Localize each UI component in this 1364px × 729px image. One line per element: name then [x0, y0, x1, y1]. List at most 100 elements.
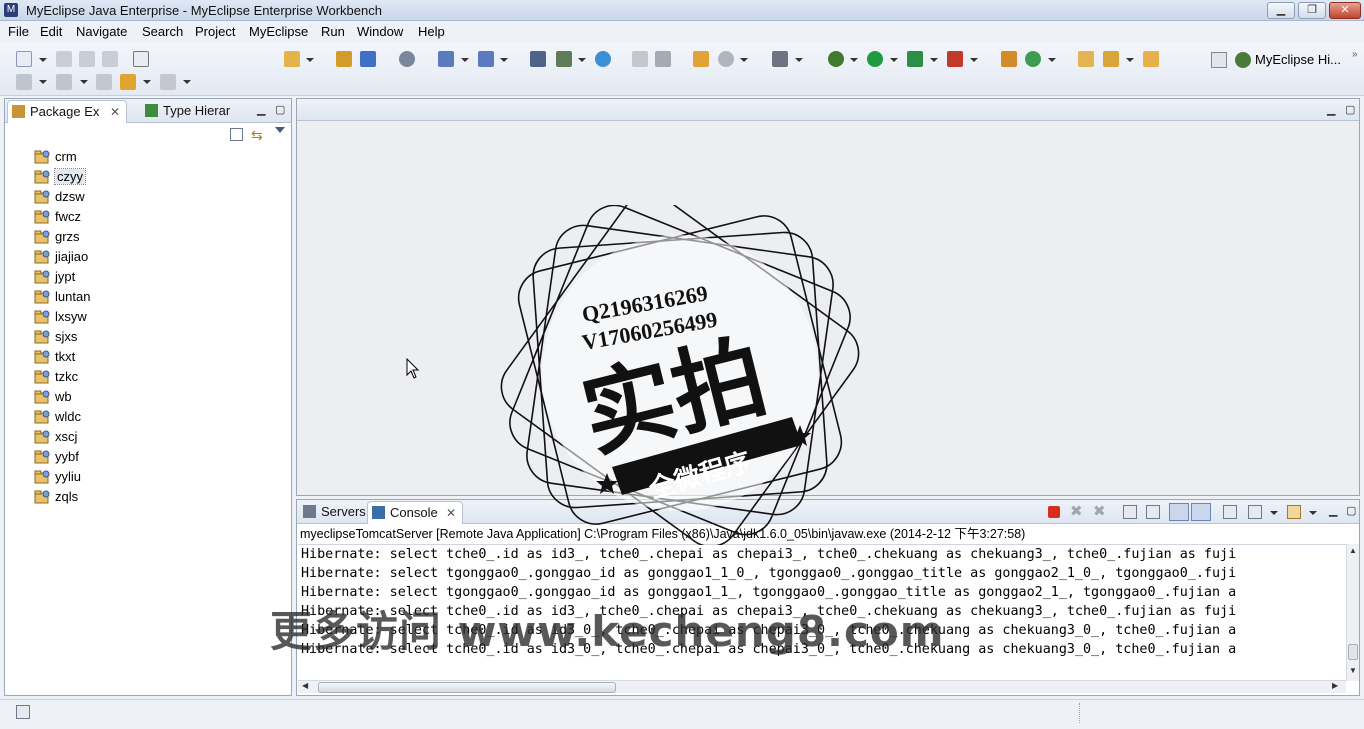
last-edit-icon[interactable] — [96, 74, 112, 90]
menu-myeclipse[interactable]: MyEclipse — [249, 24, 308, 39]
new-ejb-icon[interactable] — [1001, 51, 1017, 67]
chevron-down-icon[interactable] — [795, 58, 803, 62]
toolbar-overflow-icon[interactable]: » — [1352, 49, 1358, 60]
tree-item-jypt[interactable]: jypt — [31, 268, 75, 286]
tree-item-sjxs[interactable]: sjxs — [31, 328, 77, 346]
build-icon[interactable] — [772, 51, 788, 67]
binary-icon[interactable] — [133, 51, 149, 67]
tree-item-yybf[interactable]: yybf — [31, 448, 79, 466]
chevron-down-icon[interactable] — [143, 80, 151, 84]
maximize-view-icon[interactable]: ▢ — [1346, 504, 1356, 517]
tree-item-jiajiao[interactable]: jiajiao — [31, 248, 88, 266]
remove-all-icon[interactable]: ✖ — [1093, 502, 1106, 520]
display-console-icon[interactable] — [1248, 505, 1262, 519]
web-service-icon[interactable] — [718, 51, 734, 67]
globe-icon[interactable] — [595, 51, 611, 67]
forward-icon[interactable] — [160, 74, 176, 90]
chevron-down-icon[interactable] — [1270, 511, 1278, 515]
console-horizontal-scrollbar[interactable]: ◀ ▶ — [298, 680, 1346, 693]
chevron-down-icon[interactable] — [970, 58, 978, 62]
tab-servers[interactable]: Servers — [299, 501, 367, 524]
minimize-view-icon[interactable]: ▁ — [257, 103, 265, 116]
external-tools-icon[interactable] — [947, 51, 963, 67]
chevron-down-icon[interactable] — [461, 58, 469, 62]
package-icon[interactable] — [336, 51, 352, 67]
minimize-button[interactable]: ▁ — [1267, 2, 1295, 19]
tree-item-wldc[interactable]: wldc — [31, 408, 81, 426]
back-icon[interactable] — [120, 74, 136, 90]
tab-type-hierarchy[interactable]: Type Hierar — [141, 100, 241, 123]
menu-run[interactable]: Run — [321, 24, 345, 39]
collapse-all-icon[interactable] — [230, 128, 243, 141]
restore-button[interactable]: ❐ — [1298, 2, 1326, 19]
menu-navigate[interactable]: Navigate — [76, 24, 127, 39]
menu-file[interactable]: File — [8, 24, 29, 39]
class-icon[interactable] — [360, 51, 376, 67]
chevron-down-icon[interactable] — [39, 58, 47, 62]
tree-item-tkxt[interactable]: tkxt — [31, 348, 75, 366]
scroll-up-icon[interactable]: ▲ — [1349, 546, 1357, 555]
chevron-down-icon[interactable] — [1048, 58, 1056, 62]
tree-item-zqls[interactable]: zqls — [31, 488, 78, 506]
run-config-icon[interactable] — [907, 51, 923, 67]
open-type-icon[interactable] — [556, 51, 572, 67]
clear-console-icon[interactable] — [1123, 505, 1137, 519]
remove-launch-icon[interactable]: ✖ — [1070, 502, 1083, 520]
chevron-down-icon[interactable] — [183, 80, 191, 84]
tree-item-wb[interactable]: wb — [31, 388, 72, 406]
maximize-editor-icon[interactable]: ▢ — [1345, 103, 1355, 116]
tab-console[interactable]: Console ✕ — [367, 501, 463, 524]
tab-package-explorer[interactable]: Package Ex ✕ — [7, 100, 127, 123]
chevron-down-icon[interactable] — [890, 58, 898, 62]
chevron-down-icon[interactable] — [578, 58, 586, 62]
chevron-down-icon[interactable] — [80, 80, 88, 84]
chevron-down-icon[interactable] — [500, 58, 508, 62]
save-icon[interactable] — [56, 51, 72, 67]
scroll-down-icon[interactable]: ▼ — [1349, 666, 1357, 675]
tree-item-fwcz[interactable]: fwcz — [31, 208, 81, 226]
scroll-thumb[interactable] — [318, 682, 616, 693]
open-console-icon[interactable] — [1287, 505, 1301, 519]
open-file-icon[interactable] — [1143, 51, 1159, 67]
debug-icon[interactable] — [828, 51, 844, 67]
menu-help[interactable]: Help — [418, 24, 445, 39]
open-folder-icon[interactable] — [1078, 51, 1094, 67]
redeploy-icon[interactable] — [478, 51, 494, 67]
chevron-down-icon[interactable] — [1309, 511, 1317, 515]
menu-edit[interactable]: Edit — [40, 24, 62, 39]
new-icon[interactable] — [16, 51, 32, 67]
run-icon[interactable] — [867, 51, 883, 67]
new-wizard-icon[interactable] — [284, 51, 300, 67]
next-annotation-icon[interactable] — [16, 74, 32, 90]
menu-window[interactable]: Window — [357, 24, 403, 39]
deploy-icon[interactable] — [438, 51, 454, 67]
chevron-down-icon[interactable] — [306, 58, 314, 62]
tree-item-czyy[interactable]: czyy — [31, 168, 86, 186]
tree-item-yyliu[interactable]: yyliu — [31, 468, 81, 486]
scroll-lock-icon[interactable] — [1146, 505, 1160, 519]
link-with-editor-icon[interactable]: ⇆ — [251, 127, 263, 144]
menu-project[interactable]: Project — [195, 24, 235, 39]
tree-item-crm[interactable]: crm — [31, 148, 77, 166]
database-icon[interactable] — [530, 51, 546, 67]
maximize-view-icon[interactable]: ▢ — [275, 103, 285, 116]
tree-item-lxsyw[interactable]: lxsyw — [31, 308, 87, 326]
save-all-icon[interactable] — [79, 51, 95, 67]
menu-search[interactable]: Search — [142, 24, 183, 39]
refresh-icon[interactable] — [1025, 51, 1041, 67]
minimize-editor-icon[interactable]: ▁ — [1327, 103, 1335, 116]
scroll-thumb[interactable] — [1348, 644, 1358, 660]
tree-item-tzkc[interactable]: tzkc — [31, 368, 78, 386]
close-icon[interactable]: ✕ — [446, 502, 456, 524]
back-disabled-icon[interactable] — [632, 51, 648, 67]
scroll-left-icon[interactable]: ◀ — [302, 681, 308, 690]
scroll-right-icon[interactable]: ▶ — [1332, 681, 1338, 690]
minimize-view-icon[interactable]: ▁ — [1329, 504, 1337, 517]
server-icon[interactable] — [399, 51, 415, 67]
search-tool-icon[interactable] — [1103, 51, 1119, 67]
tree-item-xscj[interactable]: xscj — [31, 428, 77, 446]
print-icon[interactable] — [102, 51, 118, 67]
tree-item-dzsw[interactable]: dzsw — [31, 188, 85, 206]
pin-console-icon[interactable] — [1223, 505, 1237, 519]
show-on-stderr-icon[interactable] — [1191, 503, 1211, 521]
